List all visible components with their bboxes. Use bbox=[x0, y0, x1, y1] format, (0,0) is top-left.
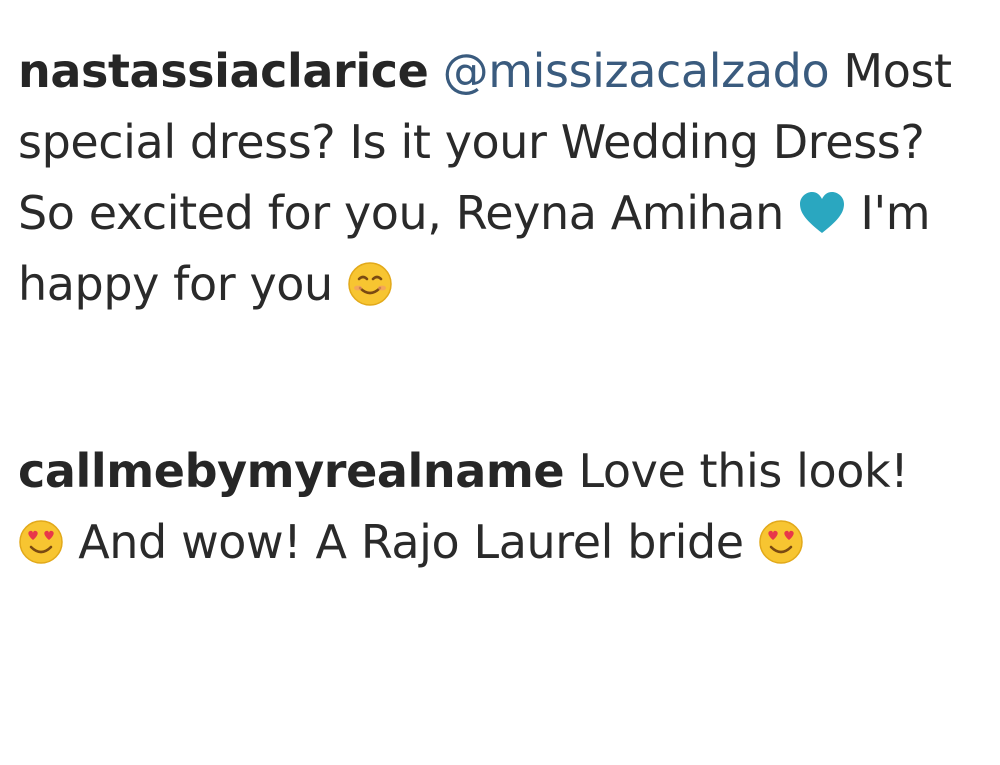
heart-eyes-face-icon bbox=[758, 519, 804, 565]
comment-mention-link[interactable]: @missizacalzado bbox=[443, 44, 830, 98]
heart-eyes-face-icon bbox=[18, 519, 64, 565]
blue-heart-icon bbox=[798, 191, 846, 235]
comment-username[interactable]: nastassiaclarice bbox=[18, 44, 429, 98]
smiling-face-icon bbox=[347, 261, 393, 307]
comment-nastassiaclarice: nastassiaclarice @missizacalzado Most sp… bbox=[18, 36, 988, 320]
comment-text: Love this look! bbox=[578, 444, 909, 498]
comment-text-continued: And wow! A Rajo Laurel bride bbox=[78, 515, 744, 569]
comment-username[interactable]: callmebymyrealname bbox=[18, 444, 565, 498]
comment-callmebymyrealname: callmebymyrealname Love this look! And w… bbox=[18, 436, 988, 578]
